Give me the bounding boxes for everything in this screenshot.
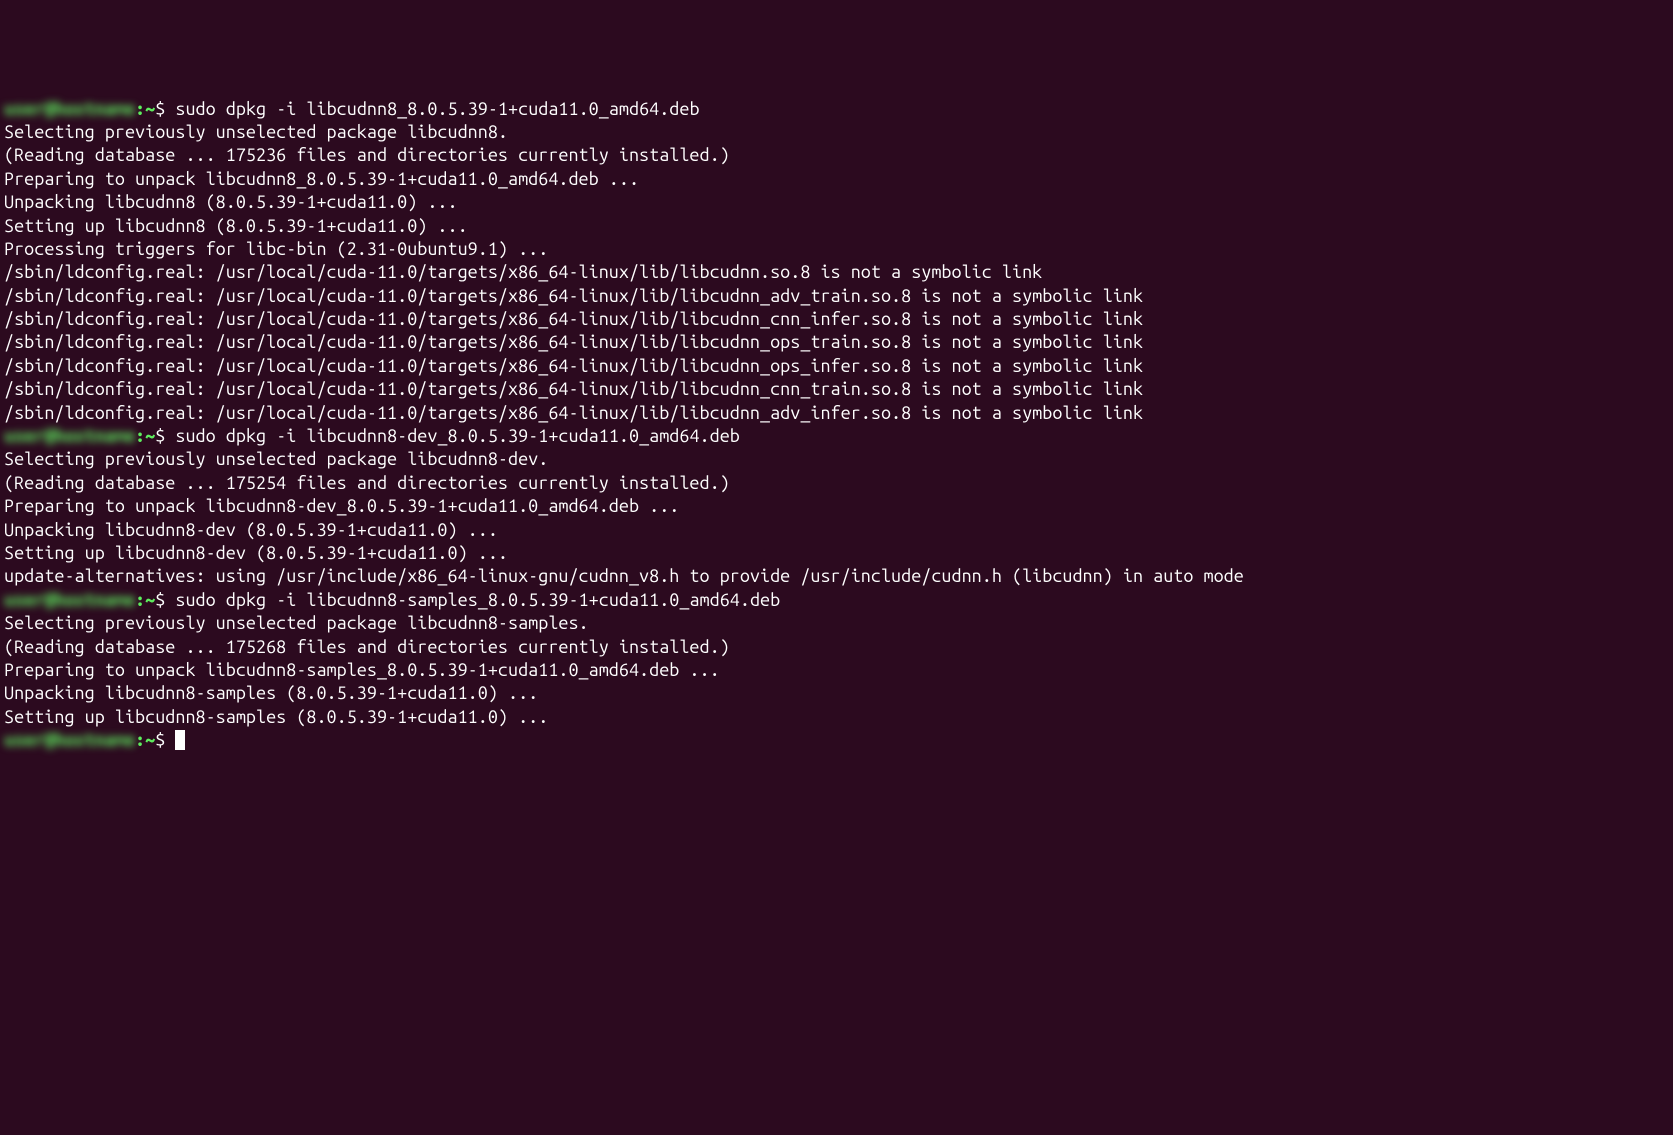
prompt-path: :~ (135, 730, 155, 750)
output-line: (Reading database ... 175236 files and d… (4, 144, 1669, 167)
output-line: /sbin/ldconfig.real: /usr/local/cuda-11.… (4, 402, 1669, 425)
output-line: Setting up libcudnn8-dev (8.0.5.39-1+cud… (4, 542, 1669, 565)
prompt-path: :~ (135, 99, 155, 119)
output-line: /sbin/ldconfig.real: /usr/local/cuda-11.… (4, 331, 1669, 354)
output-line: update-alternatives: using /usr/include/… (4, 565, 1669, 588)
command-input: sudo dpkg -i libcudnn8-dev_8.0.5.39-1+cu… (175, 426, 739, 446)
prompt-line-3: user@hostname:~$ sudo dpkg -i libcudnn8-… (4, 589, 1669, 612)
output-line: (Reading database ... 175254 files and d… (4, 472, 1669, 495)
output-line: Selecting previously unselected package … (4, 448, 1669, 471)
prompt-host: user@hostname (4, 590, 135, 610)
output-line: Setting up libcudnn8-samples (8.0.5.39-1… (4, 706, 1669, 729)
output-line: /sbin/ldconfig.real: /usr/local/cuda-11.… (4, 308, 1669, 331)
prompt-symbol: $ (155, 99, 175, 119)
command-input: sudo dpkg -i libcudnn8-samples_8.0.5.39-… (175, 590, 780, 610)
output-line: (Reading database ... 175268 files and d… (4, 636, 1669, 659)
output-line: Unpacking libcudnn8 (8.0.5.39-1+cuda11.0… (4, 191, 1669, 214)
output-line: Selecting previously unselected package … (4, 612, 1669, 635)
output-line: /sbin/ldconfig.real: /usr/local/cuda-11.… (4, 261, 1669, 284)
output-line: Preparing to unpack libcudnn8_8.0.5.39-1… (4, 168, 1669, 191)
prompt-line-1: user@hostname:~$ sudo dpkg -i libcudnn8_… (4, 98, 1669, 121)
prompt-symbol: $ (155, 426, 175, 446)
terminal-window[interactable]: user@hostname:~$ sudo dpkg -i libcudnn8_… (4, 98, 1669, 1018)
prompt-line-4[interactable]: user@hostname:~$ (4, 729, 1669, 752)
prompt-host: user@hostname (4, 730, 135, 750)
output-line: Selecting previously unselected package … (4, 121, 1669, 144)
prompt-path: :~ (135, 426, 155, 446)
output-line: Processing triggers for libc-bin (2.31-0… (4, 238, 1669, 261)
output-line: Unpacking libcudnn8-samples (8.0.5.39-1+… (4, 682, 1669, 705)
output-line: Preparing to unpack libcudnn8-samples_8.… (4, 659, 1669, 682)
command-input: sudo dpkg -i libcudnn8_8.0.5.39-1+cuda11… (175, 99, 699, 119)
prompt-host: user@hostname (4, 426, 135, 446)
output-line: Unpacking libcudnn8-dev (8.0.5.39-1+cuda… (4, 519, 1669, 542)
output-line: /sbin/ldconfig.real: /usr/local/cuda-11.… (4, 285, 1669, 308)
output-line: Preparing to unpack libcudnn8-dev_8.0.5.… (4, 495, 1669, 518)
output-line: /sbin/ldconfig.real: /usr/local/cuda-11.… (4, 378, 1669, 401)
prompt-host: user@hostname (4, 99, 135, 119)
cursor-icon (175, 730, 185, 750)
prompt-symbol: $ (155, 590, 175, 610)
output-line: /sbin/ldconfig.real: /usr/local/cuda-11.… (4, 355, 1669, 378)
prompt-path: :~ (135, 590, 155, 610)
prompt-line-2: user@hostname:~$ sudo dpkg -i libcudnn8-… (4, 425, 1669, 448)
prompt-symbol: $ (155, 730, 175, 750)
output-line: Setting up libcudnn8 (8.0.5.39-1+cuda11.… (4, 215, 1669, 238)
